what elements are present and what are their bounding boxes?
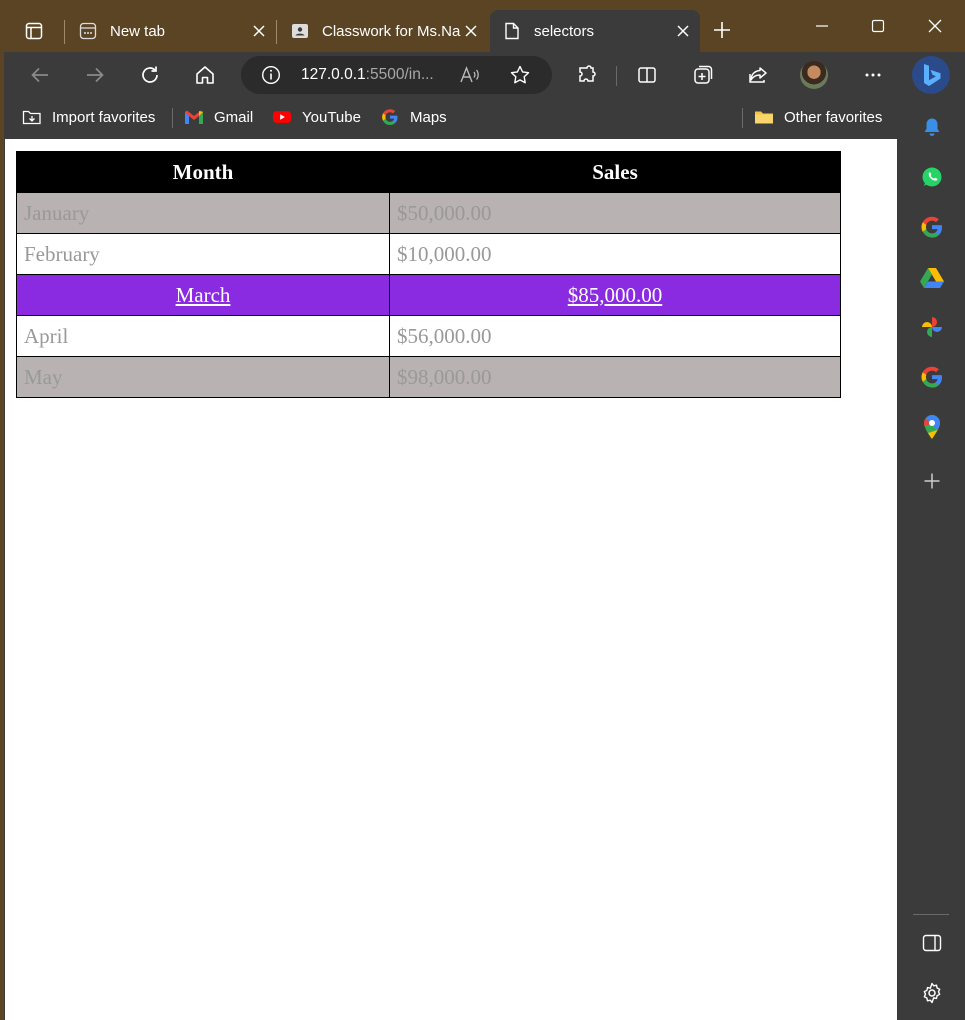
sales-table: Month Sales January $50,000.00 February … bbox=[16, 151, 841, 398]
back-button[interactable] bbox=[27, 62, 53, 88]
fav-maps[interactable]: Maps bbox=[380, 106, 447, 128]
collections-icon[interactable] bbox=[690, 62, 716, 88]
youtube-icon bbox=[272, 107, 292, 127]
tab-separator bbox=[276, 20, 277, 44]
gear-icon[interactable] bbox=[919, 980, 945, 1006]
address-bar[interactable]: 127.0.0.1:5500/in... bbox=[241, 56, 552, 94]
google-icon[interactable] bbox=[919, 364, 945, 390]
close-icon[interactable] bbox=[674, 22, 692, 40]
close-icon[interactable] bbox=[462, 22, 480, 40]
fav-import-favorites[interactable]: Import favorites bbox=[22, 106, 155, 128]
maps-pin-icon[interactable] bbox=[919, 414, 945, 440]
read-aloud-icon[interactable] bbox=[459, 65, 481, 90]
tab-actions-icon[interactable] bbox=[22, 19, 46, 43]
url-path: :5500/in... bbox=[365, 66, 434, 83]
refresh-button[interactable] bbox=[137, 62, 163, 88]
fav-youtube[interactable]: YouTube bbox=[272, 106, 361, 128]
sales-cell[interactable]: $85,000.00 bbox=[389, 274, 841, 316]
toolbar-separator bbox=[616, 66, 617, 86]
bing-copilot-button[interactable] bbox=[912, 56, 950, 94]
fav-label: Other favorites bbox=[784, 108, 883, 126]
month-cell: May bbox=[16, 356, 390, 398]
tab-title: selectors bbox=[534, 22, 595, 40]
maximize-button[interactable] bbox=[864, 12, 892, 40]
sales-cell: $98,000.00 bbox=[389, 356, 841, 398]
table-row: May $98,000.00 bbox=[16, 356, 841, 398]
drive-icon[interactable] bbox=[919, 264, 945, 290]
minimize-button[interactable] bbox=[808, 12, 836, 40]
fav-other-favorites[interactable]: Other favorites bbox=[754, 106, 882, 128]
google-icon[interactable] bbox=[919, 214, 945, 240]
sales-cell: $50,000.00 bbox=[389, 192, 841, 234]
tab-separator bbox=[64, 20, 65, 44]
fav-label: Gmail bbox=[214, 108, 254, 126]
fav-label: Import favorites bbox=[52, 108, 156, 126]
more-options-icon[interactable] bbox=[860, 62, 886, 88]
sales-cell: $10,000.00 bbox=[389, 233, 841, 275]
document-icon bbox=[502, 21, 522, 41]
column-header-month: Month bbox=[16, 151, 390, 193]
column-header-sales: Sales bbox=[389, 151, 841, 193]
bell-icon[interactable] bbox=[919, 114, 945, 140]
table-row-highlighted[interactable]: March $85,000.00 bbox=[16, 274, 841, 316]
month-cell: April bbox=[16, 315, 390, 357]
info-icon[interactable] bbox=[261, 65, 281, 90]
month-cell: February bbox=[16, 233, 390, 275]
tab-selectors[interactable]: selectors bbox=[490, 10, 700, 52]
edge-sidebar bbox=[897, 98, 965, 1020]
whatsapp-icon[interactable] bbox=[919, 164, 945, 190]
gmail-icon bbox=[184, 107, 204, 127]
table-row: April $56,000.00 bbox=[16, 315, 841, 357]
url-text: 127.0.0.1:5500/in... bbox=[301, 66, 434, 84]
table-row: January $50,000.00 bbox=[16, 192, 841, 234]
split-screen-icon[interactable] bbox=[634, 62, 660, 88]
tab-title: New tab bbox=[110, 22, 166, 40]
forward-button[interactable] bbox=[82, 62, 108, 88]
photos-icon[interactable] bbox=[919, 314, 945, 340]
tab-title: Classwork for Ms.Na bbox=[322, 22, 461, 40]
month-cell: January bbox=[16, 192, 390, 234]
browser-window: New tab Classwork for Ms.Na selectors 12… bbox=[4, 0, 965, 1020]
tab-strip: New tab Classwork for Ms.Na selectors bbox=[4, 0, 965, 52]
favorites-separator bbox=[742, 108, 743, 128]
sidebar-divider bbox=[913, 914, 949, 915]
fav-gmail[interactable]: Gmail bbox=[184, 106, 253, 128]
table-header-row: Month Sales bbox=[16, 151, 841, 193]
import-icon bbox=[22, 107, 42, 127]
tab-classwork[interactable]: Classwork for Ms.Na bbox=[278, 10, 488, 52]
google-icon bbox=[380, 107, 400, 127]
close-window-button[interactable] bbox=[921, 12, 949, 40]
add-icon[interactable] bbox=[919, 468, 945, 494]
favorites-bar: Import favorites Gmail YouTube Maps Othe… bbox=[4, 98, 897, 138]
new-tab-page-icon bbox=[78, 21, 98, 41]
profile-avatar[interactable] bbox=[800, 61, 828, 89]
navigation-toolbar: 127.0.0.1:5500/in... bbox=[4, 52, 965, 98]
tab-new-tab[interactable]: New tab bbox=[66, 10, 276, 52]
bing-icon bbox=[924, 64, 941, 86]
classroom-icon bbox=[290, 21, 310, 41]
close-icon[interactable] bbox=[250, 22, 268, 40]
fav-label: YouTube bbox=[302, 108, 361, 126]
page-content: Month Sales January $50,000.00 February … bbox=[5, 139, 897, 1020]
extensions-icon[interactable] bbox=[574, 62, 600, 88]
fav-label: Maps bbox=[410, 108, 447, 126]
new-tab-button[interactable] bbox=[710, 18, 734, 42]
url-host: 127.0.0.1 bbox=[301, 66, 366, 83]
share-icon[interactable] bbox=[745, 62, 771, 88]
sales-cell: $56,000.00 bbox=[389, 315, 841, 357]
folder-icon bbox=[754, 107, 774, 127]
table-row: February $10,000.00 bbox=[16, 233, 841, 275]
favorite-star-icon[interactable] bbox=[509, 64, 531, 91]
home-button[interactable] bbox=[192, 62, 218, 88]
month-cell[interactable]: March bbox=[16, 274, 390, 316]
favorites-separator bbox=[172, 108, 173, 128]
sidebar-toggle-icon[interactable] bbox=[919, 930, 945, 956]
